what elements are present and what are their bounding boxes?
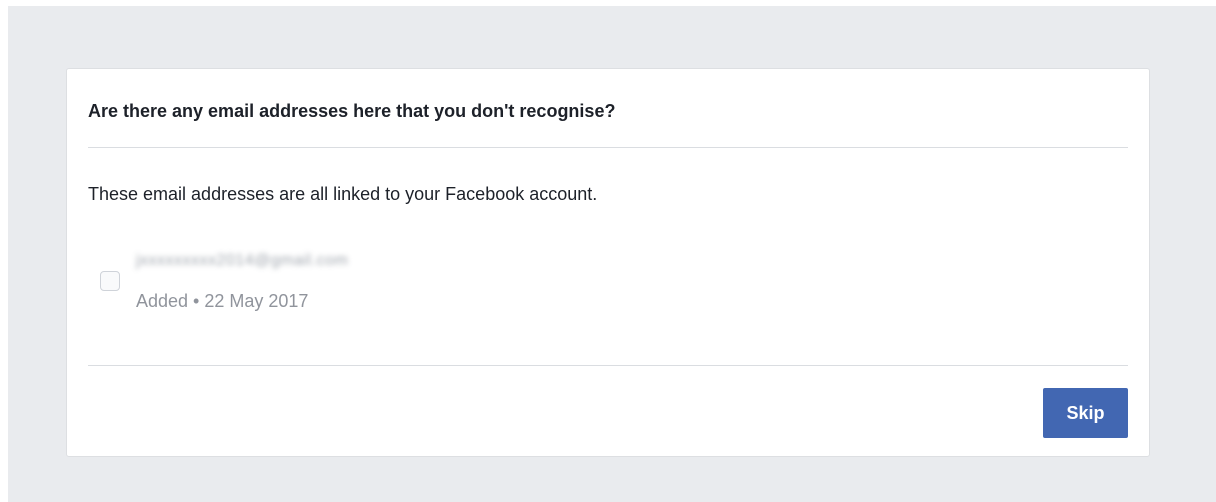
description-text: These email addresses are all linked to …	[88, 184, 598, 204]
card-title: Are there any email addresses here that …	[88, 101, 616, 121]
email-review-card: Are there any email addresses here that …	[66, 68, 1150, 457]
email-list-item: jxxxxxxxxx2014@gmail.com Added • 22 May …	[100, 245, 600, 317]
email-checkbox[interactable]	[100, 271, 120, 291]
header-divider	[88, 147, 1128, 148]
email-added-date: Added • 22 May 2017	[136, 291, 309, 311]
footer-divider	[88, 365, 1128, 366]
skip-button[interactable]: Skip	[1043, 388, 1128, 438]
page-background: Are there any email addresses here that …	[8, 6, 1216, 502]
email-address-blurred: jxxxxxxxxx2014@gmail.com	[136, 252, 349, 269]
